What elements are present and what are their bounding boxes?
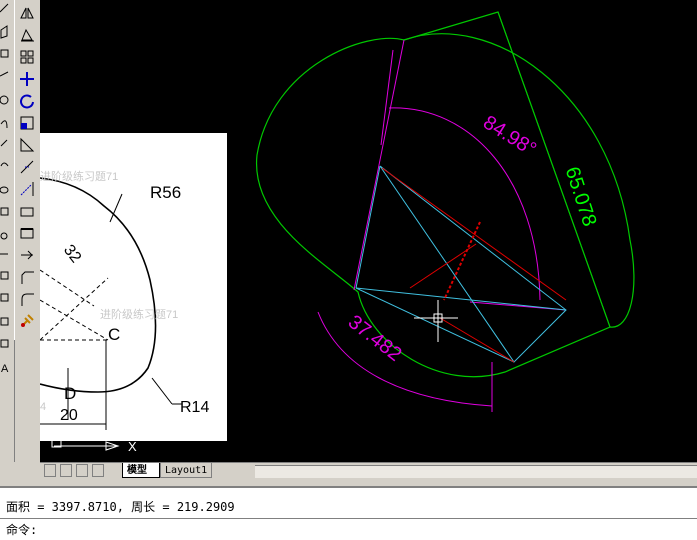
green-profile[interactable] (256, 11, 611, 378)
break-icon[interactable] (18, 202, 36, 220)
mirror-icon[interactable] (18, 4, 36, 22)
label-r14: R14 (180, 399, 209, 416)
red-lines (381, 167, 567, 363)
svg-text:A: A (1, 363, 9, 375)
crosshair-cursor (414, 300, 458, 342)
array-icon[interactable] (18, 48, 36, 66)
next-tab-button[interactable] (76, 464, 88, 477)
horizontal-scrollbar[interactable] (255, 465, 697, 478)
draw-toolbar-strip: A (0, 0, 15, 462)
prev-tab-button[interactable] (60, 464, 72, 477)
first-tab-button[interactable] (44, 464, 56, 477)
layout-tab-bar: 模型 Layout1 (40, 462, 697, 479)
draw-tools-icons[interactable]: A (0, 0, 14, 462)
drawing-canvas[interactable]: 进阶级练习题71 进阶级练习题71 R56 R14 32 20 C D 4 X (40, 0, 697, 462)
watermark-mid: 进阶级练习题71 (100, 307, 178, 321)
trim-icon[interactable] (18, 158, 36, 176)
magenta-dimensions (317, 39, 567, 412)
dim-angle-text: 84.98° (479, 111, 540, 160)
extend-icon[interactable] (18, 180, 36, 198)
drawing-svg[interactable]: 进阶级练习题71 进阶级练习题71 R56 R14 32 20 C D 4 X (40, 0, 697, 462)
modify-toolbar (14, 0, 42, 340)
explode-icon[interactable] (18, 290, 36, 308)
fillet-icon[interactable] (18, 268, 36, 286)
command-separator (0, 518, 697, 519)
properties-icon[interactable] (18, 312, 36, 330)
dim-length-text: 37.482 (344, 311, 406, 366)
command-history-line: 面积 = 3397.8710, 周长 = 219.2909 (6, 500, 235, 514)
stretch-icon[interactable] (18, 136, 36, 154)
command-window[interactable]: 面积 = 3397.8710, 周长 = 219.2909 命令: (0, 486, 697, 540)
reference-image[interactable]: 进阶级练习题71 进阶级练习题71 R56 R14 32 20 C D 4 (40, 133, 227, 441)
move-icon[interactable] (18, 70, 36, 88)
offset-icon[interactable] (18, 26, 36, 44)
last-tab-button[interactable] (92, 464, 104, 477)
green-arc-right (403, 33, 635, 328)
ucs-x-label: X (128, 439, 137, 454)
join-icon[interactable] (18, 224, 36, 242)
watermark-top: 进阶级练习题71 (40, 169, 118, 183)
rotate-icon[interactable] (18, 92, 36, 110)
chamfer-icon[interactable] (18, 246, 36, 264)
dim-aligned-line (497, 11, 611, 328)
label-point-c: C (108, 325, 120, 344)
dim-aligned-text: 65.078 (561, 164, 601, 229)
label-point-d: D (64, 384, 76, 403)
tab-model[interactable]: 模型 (122, 463, 160, 478)
scale-icon[interactable] (18, 114, 36, 132)
command-prompt[interactable]: 命令: (6, 521, 37, 538)
stray-digit: 4 (40, 401, 46, 413)
label-r56: R56 (150, 183, 181, 202)
label-20: 20 (60, 407, 78, 424)
tab-layout1[interactable]: Layout1 (160, 463, 212, 478)
